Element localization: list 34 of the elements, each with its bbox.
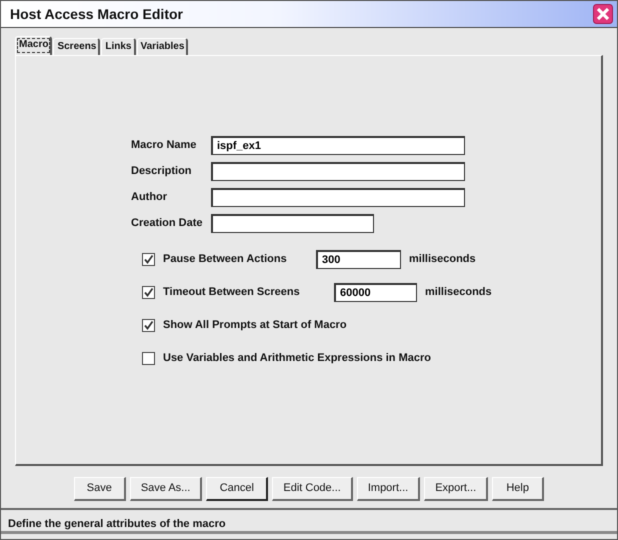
checkbox[interactable] — [142, 286, 155, 299]
text-field[interactable] — [211, 214, 374, 232]
field-label: Description — [131, 164, 193, 179]
tab[interactable]: Macro — [15, 36, 52, 55]
button[interactable]: Export... — [424, 477, 488, 501]
field-label: Creation Date — [131, 216, 204, 231]
tab[interactable]: Links — [101, 38, 136, 55]
window-title: Host Access Macro Editor — [10, 4, 183, 24]
button[interactable]: Help — [492, 477, 544, 501]
button[interactable]: Cancel — [206, 477, 268, 501]
checkbox-label: Use Variables and Arithmetic Expressions in Macro — [163, 351, 431, 366]
unit-label: milliseconds — [425, 285, 492, 300]
text-field[interactable]: ispf_ex1 — [211, 136, 465, 154]
status-bar: Define the general attributes of the macro — [1, 508, 617, 534]
checkbox[interactable] — [142, 352, 155, 365]
button[interactable]: Save — [74, 477, 126, 501]
tab[interactable]: Variables — [136, 38, 188, 55]
checkbox-label: Pause Between Actions — [163, 252, 288, 268]
text-field[interactable] — [211, 162, 465, 180]
tab[interactable]: Screens — [53, 38, 100, 55]
text-field[interactable] — [211, 188, 465, 206]
button[interactable]: Import... — [356, 477, 420, 501]
button[interactable]: Edit Code... — [272, 477, 353, 501]
button[interactable]: Save As... — [130, 477, 202, 501]
checkbox[interactable] — [142, 253, 155, 266]
close-icon[interactable] — [593, 4, 613, 24]
number-field[interactable]: 60000 — [334, 283, 417, 302]
field-label: Author — [131, 190, 168, 205]
checkbox-label: Timeout Between Screens — [163, 285, 301, 300]
unit-label: milliseconds — [409, 252, 476, 268]
field-label: Macro Name — [131, 138, 198, 153]
number-field[interactable]: 300 — [316, 250, 401, 269]
checkbox[interactable] — [142, 319, 155, 332]
checkbox-label: Show All Prompts at Start of Macro — [163, 318, 347, 334]
